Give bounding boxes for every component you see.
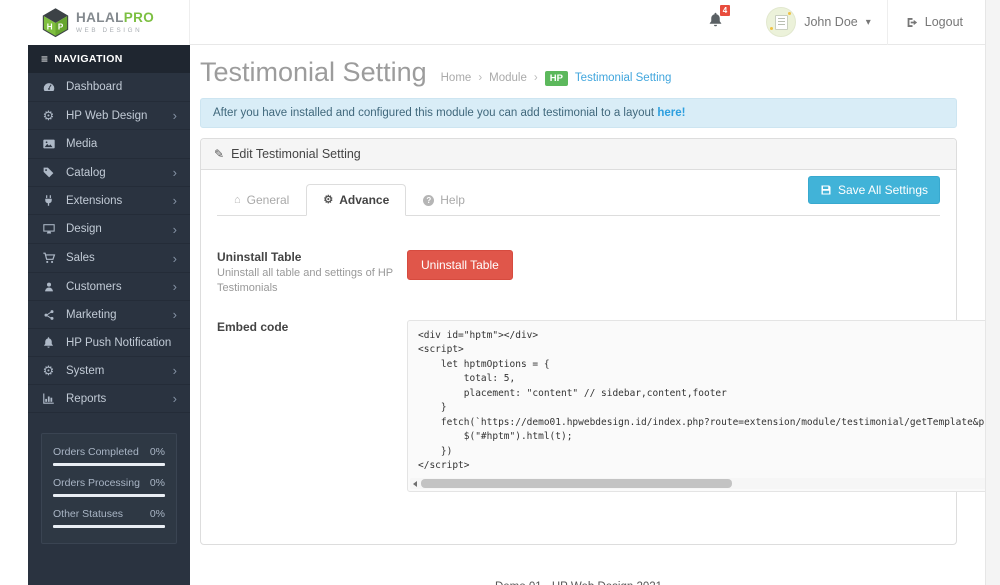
- stat-orders-completed: Orders Completed 0%: [53, 446, 165, 466]
- horizontal-scrollbar[interactable]: [410, 477, 985, 489]
- topbar: 4 John Doe ▾ Logout: [190, 0, 985, 45]
- progress-bar: [53, 463, 165, 466]
- tag-icon: [41, 166, 56, 179]
- sidebar-item-hp-push-notification[interactable]: HP Push Notification: [28, 329, 190, 357]
- sidebar-item-extensions[interactable]: Extensions ›: [28, 187, 190, 215]
- sidebar-item-media[interactable]: Media: [28, 130, 190, 159]
- embed-code-group: Embed code <div id="hptm"></div> <script…: [217, 319, 985, 492]
- logo-cube-icon: H P: [42, 7, 69, 37]
- chevron-right-icon: ›: [172, 193, 177, 208]
- breadcrumb-module[interactable]: Module: [489, 72, 527, 84]
- order-stats-panel: Orders Completed 0% Orders Processing 0%…: [41, 433, 177, 544]
- scroll-left-arrow-icon[interactable]: [413, 480, 417, 487]
- uninstall-description: Uninstall all table and settings of HP T…: [217, 267, 393, 294]
- user-name: John Doe: [804, 15, 858, 29]
- tab-help[interactable]: ? Help: [406, 184, 482, 216]
- chevron-right-icon: ›: [172, 307, 177, 322]
- sidebar-item-sales[interactable]: Sales ›: [28, 244, 190, 273]
- sidebar-item-customers[interactable]: Customers ›: [28, 273, 190, 301]
- tabs-bar: ⌂ General ⚙ Advance ? Help Save All Sett…: [217, 176, 940, 216]
- chevron-right-icon: ›: [172, 363, 177, 378]
- embed-code-content: <div id="hptm"></div> <script> let hptmO…: [418, 329, 985, 472]
- sidebar-item-design[interactable]: Design ›: [28, 215, 190, 244]
- pencil-icon: ✎: [214, 147, 225, 161]
- uninstall-table-button[interactable]: Uninstall Table: [407, 250, 513, 280]
- stat-value: 0%: [149, 446, 165, 458]
- scrollbar-thumb[interactable]: [421, 478, 733, 488]
- header: H P HALALPRO WEB DESIGN 4 John Doe ▾ Log…: [28, 0, 985, 45]
- user-icon: [41, 281, 56, 293]
- sidebar-item-catalog[interactable]: Catalog ›: [28, 159, 190, 187]
- footer-line1: Demo 01 - HP Web Design 2021: [200, 579, 957, 585]
- chevron-right-icon: ›: [172, 165, 177, 180]
- chevron-right-icon: ›: [172, 221, 177, 237]
- monitor-icon: [41, 222, 56, 236]
- question-icon: ?: [423, 194, 435, 206]
- cart-icon: [41, 251, 56, 265]
- footer: Demo 01 - HP Web Design 2021 Site By HP …: [200, 579, 957, 585]
- plug-icon: [41, 194, 56, 207]
- chevron-right-icon: ›: [172, 279, 177, 294]
- tab-advance[interactable]: ⚙ Advance: [306, 184, 407, 216]
- bell-icon: [41, 336, 56, 349]
- info-alert: After you have installed and configured …: [200, 98, 957, 128]
- progress-bar: [53, 494, 165, 497]
- avatar: [766, 7, 797, 37]
- bar-chart-icon: [41, 392, 56, 405]
- stat-value: 0%: [149, 508, 165, 520]
- uninstall-table-group: Uninstall Table Uninstall all table and …: [217, 250, 940, 296]
- embed-code-label: Embed code: [217, 319, 289, 334]
- breadcrumb: Home › Module › HP Testimonial Setting: [440, 70, 672, 86]
- page-title: Testimonial Setting: [200, 57, 427, 87]
- save-all-settings-button[interactable]: Save All Settings: [807, 176, 940, 204]
- chevron-right-icon: ›: [172, 108, 177, 123]
- svg-text:H: H: [47, 22, 53, 31]
- chevron-right-icon: ›: [172, 250, 177, 266]
- sidebar-item-reports[interactable]: Reports ›: [28, 385, 190, 413]
- stat-value: 0%: [149, 477, 165, 489]
- sidebar: ≡ NAVIGATION Dashboard ⚙ HP Web Design ›…: [28, 45, 190, 585]
- brand-text: HALALPRO WEB DESIGN: [76, 10, 155, 35]
- layout-link[interactable]: here!: [657, 107, 685, 119]
- sidebar-item-dashboard[interactable]: Dashboard: [28, 73, 190, 102]
- gear-icon: ⚙: [42, 363, 55, 378]
- chevron-down-icon: ▾: [865, 16, 871, 28]
- dashboard-icon: [41, 80, 56, 94]
- panel-heading: ✎ Edit Testimonial Setting: [201, 139, 956, 170]
- image-icon: [41, 137, 56, 151]
- gears-icon: ⚙: [42, 108, 55, 123]
- logo[interactable]: H P HALALPRO WEB DESIGN: [28, 0, 190, 45]
- notifications-button[interactable]: 4: [707, 4, 732, 33]
- edit-settings-panel: ✎ Edit Testimonial Setting ⌂ General ⚙ A…: [200, 138, 985, 545]
- menu-icon: ≡: [41, 52, 49, 66]
- gears-icon: ⚙: [323, 193, 334, 206]
- admin-app: H P HALALPRO WEB DESIGN 4 John Doe ▾ Log…: [28, 0, 985, 585]
- share-icon: [41, 309, 56, 321]
- breadcrumb-home[interactable]: Home: [441, 72, 472, 84]
- tab-general[interactable]: ⌂ General: [217, 184, 306, 216]
- uninstall-label: Uninstall Table: [217, 250, 302, 264]
- sign-out-icon: [907, 17, 917, 27]
- user-menu[interactable]: John Doe ▾: [750, 0, 887, 44]
- breadcrumb-current[interactable]: Testimonial Setting: [575, 72, 672, 84]
- chevron-right-icon: ›: [172, 391, 177, 406]
- home-icon: ⌂: [234, 193, 241, 206]
- hp-badge: HP: [544, 70, 568, 86]
- progress-bar: [53, 525, 165, 528]
- stat-orders-processing: Orders Processing 0%: [53, 477, 165, 497]
- stat-other-statuses: Other Statuses 0%: [53, 508, 165, 528]
- sidebar-nav-header: ≡ NAVIGATION: [28, 45, 190, 73]
- notification-count-badge: 4: [718, 4, 732, 17]
- sidebar-item-marketing[interactable]: Marketing ›: [28, 301, 190, 329]
- browser-scrollbar-track[interactable]: [985, 0, 1000, 585]
- sidebar-item-hp-web-design[interactable]: ⚙ HP Web Design ›: [28, 102, 190, 130]
- floppy-icon: [821, 185, 831, 195]
- sidebar-item-system[interactable]: ⚙ System ›: [28, 357, 190, 385]
- sidebar-menu: Dashboard ⚙ HP Web Design › Media Catalo…: [28, 73, 190, 413]
- main-content: Testimonial Setting Home › Module › HP T…: [190, 45, 985, 585]
- embed-code-textarea[interactable]: <div id="hptm"></div> <script> let hptmO…: [407, 319, 985, 492]
- logout-button[interactable]: Logout: [888, 0, 985, 44]
- svg-text:P: P: [58, 22, 64, 31]
